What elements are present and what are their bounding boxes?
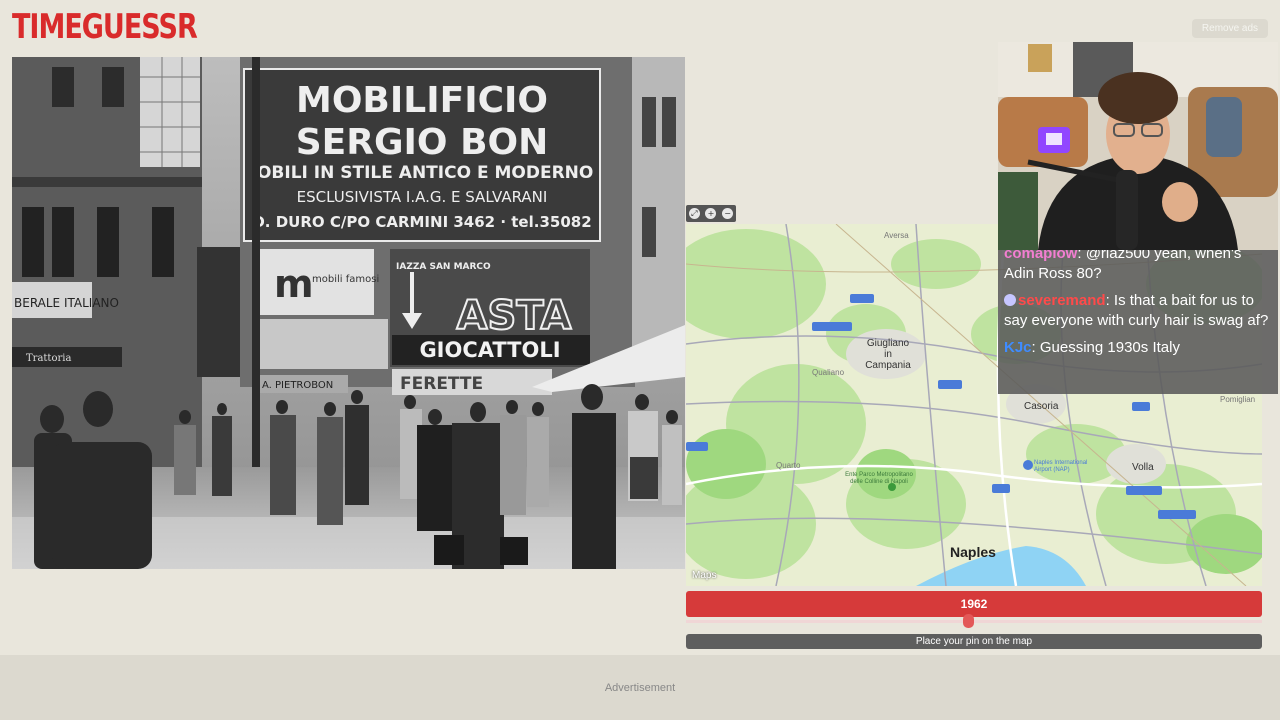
map-label-airport: Naples International Airport (NAP): [1034, 460, 1088, 473]
chat-message: severemand: Is that a bait for us to say…: [1004, 291, 1272, 331]
map-label-qualiano: Qualiano: [812, 368, 845, 377]
zoom-out-icon[interactable]: −: [722, 208, 734, 219]
chat-text: : Guessing 1930s Italy: [1031, 339, 1180, 356]
chat-username: KJc: [1004, 339, 1032, 356]
year-slider-thumb[interactable]: [963, 614, 975, 628]
asta-sign: ASTA: [457, 293, 572, 339]
pietrobon-sign: A. PIETROBON: [262, 380, 333, 391]
chat-username: severemand: [1018, 292, 1106, 309]
mobilificio-title: MOBILIFICIO: [296, 80, 548, 121]
streamer-webcam: [998, 42, 1278, 250]
map-label-quarto: Quarto: [776, 461, 801, 470]
mobili-famosi-sign: mobili famosi: [312, 274, 379, 285]
map-label-pomigliano: Pomiglian: [1220, 395, 1256, 404]
map-label-giugliano: Giugliano in Campania: [865, 338, 911, 371]
piazza-sign: IAZZA SAN MARCO: [396, 262, 491, 272]
map-label-aversa: Aversa: [884, 231, 909, 240]
map-label-naples: Naples: [950, 544, 996, 560]
place-pin-button[interactable]: Place your pin on the map: [686, 634, 1262, 649]
chat-message: KJc: Guessing 1930s Italy: [1004, 338, 1272, 358]
mobilificio-address: D. DURO C/PO CARMINI 3462 · tel.35082: [252, 213, 591, 231]
advertisement-label: Advertisement: [604, 682, 676, 694]
giocattoli-sign: GIOCATTOLI: [419, 338, 560, 362]
map-label-volla: Volla: [1132, 462, 1154, 473]
expand-icon[interactable]: ⤢: [688, 208, 700, 219]
map-label-park: Ente Parco Metropolitano delle Colline d…: [845, 472, 913, 485]
photo-illustration: BERALE ITALIANO Trattoria MOBILIFICIO SE…: [12, 57, 685, 569]
timeguessr-logo[interactable]: TIMEGUESSR: [12, 8, 198, 47]
mobilificio-name: SERGIO BON: [296, 122, 549, 163]
mobilificio-tagline: IOBILI IN STILE ANTICO E MODERNO: [251, 163, 594, 183]
badge-icon: [1004, 294, 1016, 306]
year-display: 1962: [686, 591, 1262, 617]
mobilificio-exclusive: ESCLUSIVISTA I.A.G. E SALVARANI: [297, 188, 548, 206]
remove-ads-button[interactable]: Remove ads: [1192, 19, 1268, 38]
trattoria-sign: Trattoria: [26, 353, 71, 364]
webcam-illustration: [998, 42, 1278, 250]
map-toolbar[interactable]: ⤢ + −: [686, 205, 736, 222]
svg-text:m: m: [274, 262, 314, 306]
chat-overlay: comaplow: @riaz500 yeah, when's Adin Ros…: [998, 250, 1278, 394]
map-label-casoria: Casoria: [1024, 401, 1059, 412]
italiane-sign: BERALE ITALIANO: [14, 296, 119, 310]
zoom-in-icon[interactable]: +: [705, 208, 717, 219]
historical-photo: BERALE ITALIANO Trattoria MOBILIFICIO SE…: [12, 57, 685, 569]
ferrette-sign: FERETTE: [400, 374, 483, 394]
chat-message: comaplow: @riaz500 yeah, when's Adin Ros…: [1004, 250, 1272, 284]
chat-username: comaplow: [1004, 250, 1078, 262]
maps-attribution: Maps: [692, 570, 717, 581]
